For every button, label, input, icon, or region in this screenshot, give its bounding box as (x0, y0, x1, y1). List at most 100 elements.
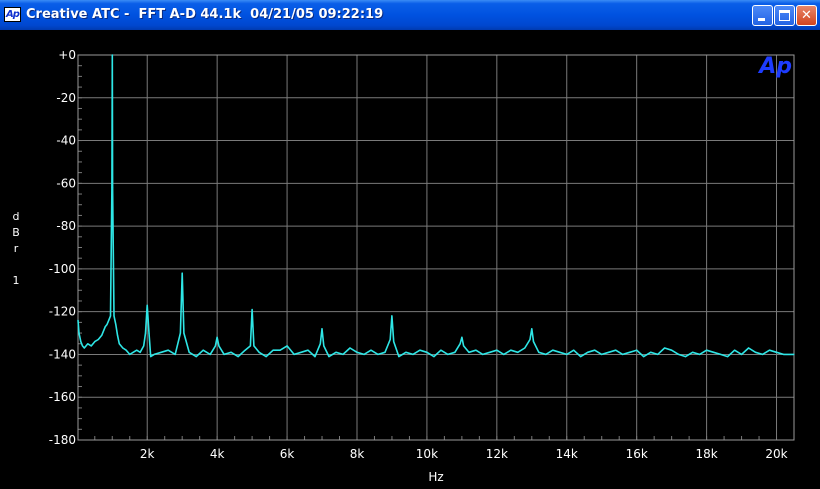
fft-trace-point (440, 349, 442, 351)
fft-trace-point (132, 351, 134, 353)
fft-trace-point (251, 308, 253, 311)
fft-trace-point (489, 351, 491, 353)
x-tick-label: 6k (280, 447, 295, 461)
fft-trace-point (101, 334, 103, 336)
fft-trace-point (195, 356, 197, 358)
x-tick-label: 16k (626, 447, 648, 461)
fft-trace-point (377, 353, 379, 355)
fft-trace-point (139, 351, 141, 353)
fft-trace-point (552, 349, 554, 351)
fft-trace-point (272, 349, 274, 351)
fft-trace-point (122, 347, 124, 349)
fft-trace-point (391, 315, 393, 317)
fft-trace-point (405, 351, 407, 353)
fft-trace-point (615, 349, 617, 351)
fft-trace-point (419, 349, 421, 351)
fft-trace-point (389, 338, 391, 341)
fft-trace-point (342, 353, 344, 355)
fft-trace-point (209, 353, 211, 355)
close-button[interactable]: ✕ (796, 5, 817, 26)
fft-plot-panel: d B r 1 2k 4k 6k 8k 10k 12k 14k 16k 18k 20k +0 -20-… (0, 30, 820, 489)
fft-trace-point (335, 351, 337, 353)
fft-trace-point (237, 356, 239, 358)
fft-trace-point (447, 353, 449, 355)
fft-trace-point (116, 334, 119, 336)
fft-trace-point (183, 332, 185, 334)
fft-trace-point (412, 353, 414, 355)
fft-trace-point (398, 356, 400, 358)
fft-trace-point (104, 326, 106, 328)
fft-trace-point (734, 349, 736, 351)
fft-trace-point (216, 336, 218, 338)
fft-chart: 2k 4k 6k 8k 10k 12k 14k 16k 18k 20k +0 -20 -40 -60 -80… (49, 48, 795, 484)
fft-trace-point (81, 345, 84, 347)
y-tick-label: -140 (49, 347, 76, 361)
fft-trace-point (482, 353, 484, 355)
fft-trace-point (468, 351, 470, 353)
minimize-icon (758, 18, 765, 21)
fft-trace-point (370, 349, 372, 351)
fft-trace-point (532, 341, 535, 343)
fft-trace-point (426, 351, 428, 353)
fft-trace-point (78, 332, 80, 334)
y-tick-label: -20 (56, 91, 76, 105)
fft-trace-point (580, 356, 582, 358)
title-bar[interactable]: Ap Creative ATC - FFT A-D 44.1k 04/21/05… (0, 0, 820, 30)
minimize-button[interactable] (752, 5, 773, 26)
fft-trace-point (720, 353, 722, 355)
app-logo-icon[interactable]: Ap (4, 7, 21, 22)
window-title: Creative ATC - FFT A-D 44.1k 04/21/05 09… (26, 7, 384, 22)
fft-trace-point (323, 345, 325, 347)
fft-trace-point (80, 341, 82, 343)
y-tick-label: -60 (56, 176, 76, 190)
y-tick-label: -80 (56, 219, 76, 233)
fft-trace-point (83, 347, 85, 349)
fft-trace-point (87, 343, 89, 345)
fft-trace-point (393, 341, 395, 343)
fft-trace-point (108, 319, 110, 321)
fft-trace-point (112, 187, 114, 189)
fft-trace-point (160, 351, 162, 353)
fft-trace-point (356, 351, 358, 353)
fft-trace-point (286, 345, 288, 347)
fft-trace-point (167, 349, 169, 351)
fft-trace-point (761, 353, 764, 355)
fft-trace-point (307, 349, 309, 351)
fft-trace-point (566, 353, 568, 355)
fft-trace-point (531, 328, 533, 330)
fft-trace-point (279, 349, 281, 351)
x-tick-label: 10k (416, 447, 438, 461)
fft-trace-point (748, 347, 750, 349)
fft-trace-point (319, 343, 321, 345)
fft-trace-point (775, 351, 778, 353)
fft-trace-point (328, 356, 330, 358)
maximize-button[interactable] (774, 5, 795, 26)
x-tick-label: 14k (556, 447, 578, 461)
fft-trace-point (496, 349, 498, 351)
fft-trace-point (657, 353, 659, 355)
fft-trace-point (146, 304, 148, 306)
y-tick-label: +0 (58, 48, 76, 62)
fft-trace-point (321, 328, 323, 330)
x-tick-label: 2k (140, 447, 155, 461)
fft-trace-point (218, 345, 220, 347)
fft-trace-point (179, 332, 181, 334)
fft-trace-point (461, 336, 463, 338)
fft-trace-point (503, 353, 505, 355)
fft-trace-point (113, 315, 115, 317)
fft-trace-point (109, 315, 112, 317)
fft-trace-point (300, 351, 302, 353)
fft-trace-point (713, 351, 715, 353)
fft-trace-point (573, 349, 575, 351)
y-tick-label: -160 (49, 390, 76, 404)
fft-trace-point (223, 353, 225, 355)
fft-trace-point (629, 351, 631, 353)
fft-trace-point (97, 338, 99, 341)
x-tick-label: 12k (486, 447, 508, 461)
fft-trace-point (594, 349, 596, 351)
fft-trace-point (106, 323, 108, 326)
fft-trace-point (459, 343, 461, 345)
fft-trace-point (115, 323, 117, 326)
fft-trace-point (685, 356, 687, 358)
maximize-icon (779, 10, 790, 21)
